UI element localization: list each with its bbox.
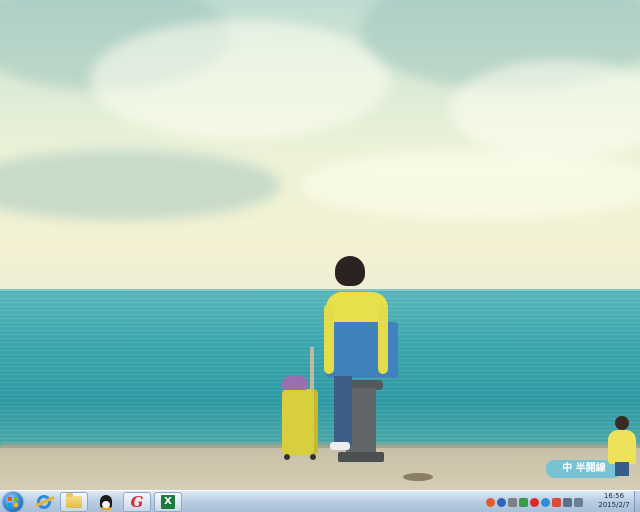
wallpaper-shore <box>0 448 640 490</box>
taskbar-excel-button[interactable]: X <box>154 492 182 512</box>
sogou-icon[interactable] <box>486 497 495 507</box>
qq-penguin-icon <box>100 494 112 510</box>
ie-icon <box>37 495 51 509</box>
system-tray <box>486 494 583 510</box>
volume-icon[interactable] <box>574 497 583 507</box>
excel-icon: X <box>161 495 175 509</box>
taskbar-clock[interactable]: 16:56 2015/2/7 <box>594 492 634 512</box>
help-icon[interactable] <box>497 497 506 507</box>
widget-figure-icon <box>606 416 638 478</box>
taskbar-ie-button[interactable] <box>30 492 58 512</box>
desktop-widget[interactable]: 中 半開線 <box>546 416 640 480</box>
g-tray-icon[interactable] <box>530 497 539 507</box>
folder-icon <box>66 493 82 508</box>
wallpaper-horizon <box>0 289 640 291</box>
clock-date: 2015/2/7 <box>598 501 630 509</box>
suitcase <box>282 389 318 455</box>
desktop-wallpaper <box>0 0 640 490</box>
wallpaper-sky <box>0 0 640 292</box>
shield-icon[interactable] <box>541 497 550 507</box>
show-desktop-button[interactable] <box>634 491 640 512</box>
display-icon[interactable] <box>563 497 572 507</box>
clock-time: 16:56 <box>603 492 625 500</box>
g-app-icon: G <box>130 492 144 511</box>
wallpaper-sea <box>0 290 640 450</box>
flag-icon[interactable] <box>552 497 561 507</box>
person-figure <box>322 256 402 456</box>
taskbar-qq-button[interactable] <box>92 492 120 512</box>
sneakers <box>282 376 308 390</box>
usb-icon[interactable] <box>508 497 517 507</box>
taskbar: G X 16:56 2015/2/7 <box>0 490 640 512</box>
taskbar-explorer-button[interactable] <box>60 492 88 512</box>
start-button[interactable] <box>3 492 23 512</box>
network-icon[interactable] <box>519 497 528 507</box>
taskbar-g-app-button[interactable]: G <box>123 492 151 512</box>
